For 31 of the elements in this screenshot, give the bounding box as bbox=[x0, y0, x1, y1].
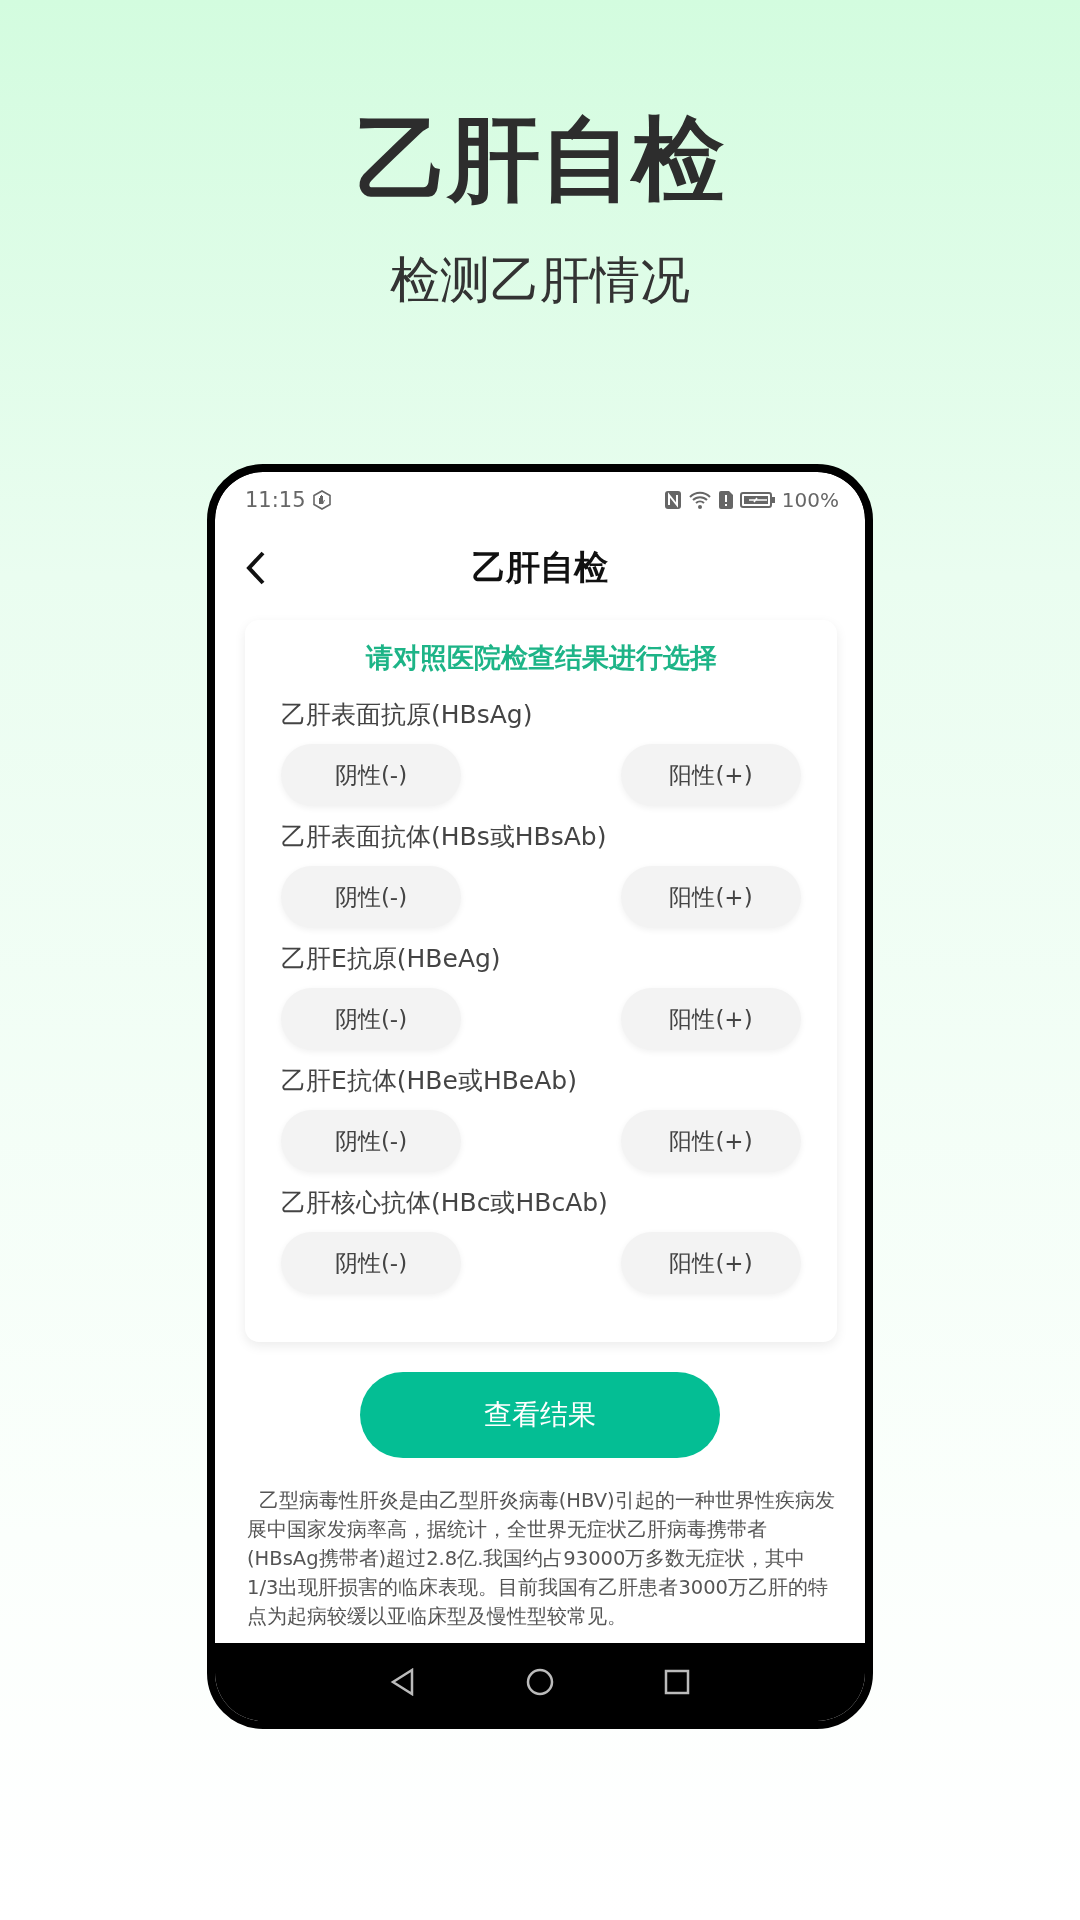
option-button[interactable]: 阳性(+) bbox=[621, 1232, 801, 1294]
option-button[interactable]: 阳性(+) bbox=[621, 1110, 801, 1172]
home-nav-icon[interactable] bbox=[526, 1668, 554, 1696]
back-nav-icon[interactable] bbox=[390, 1668, 416, 1696]
option-button[interactable]: 阴性(-) bbox=[281, 1232, 461, 1294]
question-label: 乙肝表面抗原(HBsAg) bbox=[281, 699, 534, 731]
question-label: 乙肝E抗原(HBeAg) bbox=[281, 943, 502, 975]
back-icon[interactable] bbox=[245, 550, 267, 586]
option-button[interactable]: 阴性(-) bbox=[281, 988, 461, 1050]
app-title: 乙肝自检 bbox=[472, 546, 608, 589]
sim-alert-icon bbox=[717, 490, 734, 510]
description-text: 乙型病毒性肝炎是由乙型肝炎病毒(HBV)引起的一种世界性疾病发展中国家发病率高，据统计，全世界无症状乙肝病毒携带者(HBsAg携带者)超过2.8亿.我国约占93000万多数无症状，其中1/3出现肝损害的临床表现。目前我国有乙肝患者3000万乙肝的特点为起病较缓以亚临床型及慢性型较常见。 bbox=[247, 1488, 835, 1630]
subheadline: 检测乙肝情况 bbox=[390, 250, 690, 311]
option-button[interactable]: 阴性(-) bbox=[281, 744, 461, 806]
headline: 乙肝自检 bbox=[356, 105, 724, 215]
question-label: 乙肝核心抗体(HBc或HBcAb) bbox=[281, 1187, 609, 1219]
option-button[interactable]: 阳性(+) bbox=[621, 866, 801, 928]
nfc-icon bbox=[663, 490, 682, 510]
option-button[interactable]: 阴性(-) bbox=[281, 866, 461, 928]
question-label: 乙肝E抗体(HBe或HBeAb) bbox=[281, 1065, 578, 1097]
instruction-text: 请对照医院检查结果进行选择 bbox=[364, 641, 718, 675]
option-button[interactable]: 阴性(-) bbox=[281, 1110, 461, 1172]
status-time: 11:15 bbox=[245, 488, 306, 512]
wifi-icon bbox=[687, 490, 712, 510]
option-button[interactable]: 阳性(+) bbox=[621, 988, 801, 1050]
question-label: 乙肝表面抗体(HBs或HBsAb) bbox=[281, 821, 608, 853]
battery-percent: 100% bbox=[781, 488, 839, 512]
battery-icon bbox=[739, 490, 776, 510]
recents-nav-icon[interactable] bbox=[664, 1669, 690, 1695]
hand-icon bbox=[311, 490, 332, 510]
option-button[interactable]: 阳性(+) bbox=[621, 744, 801, 806]
